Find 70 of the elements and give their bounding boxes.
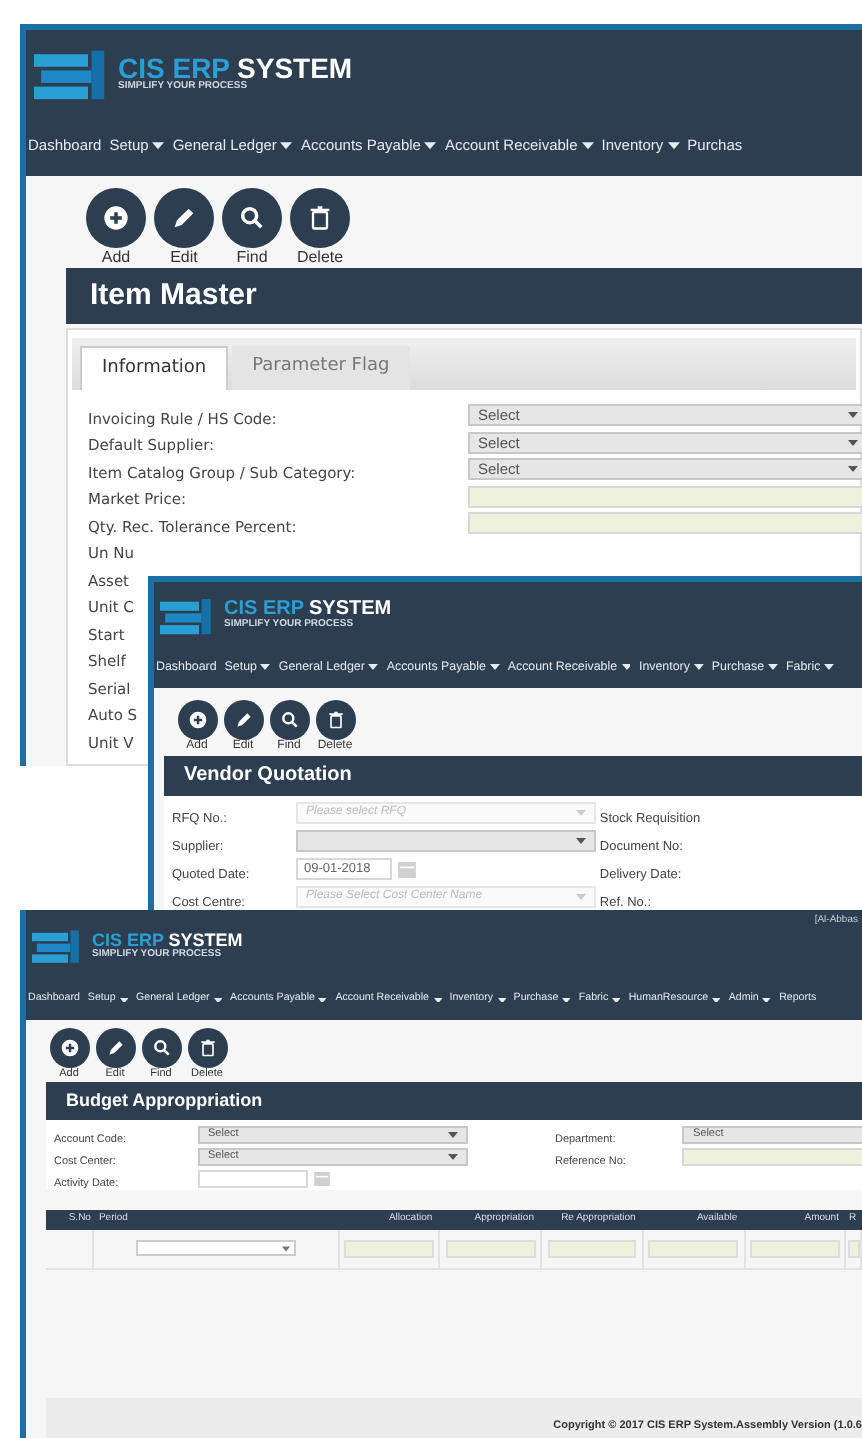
caret-icon: [576, 810, 586, 816]
caret-icon: [848, 466, 858, 473]
pencil-icon: [105, 1038, 125, 1058]
brand-name: CIS ERP: [118, 54, 231, 82]
caret-icon: [768, 664, 778, 672]
caret-icon: [213, 997, 223, 1003]
caret-icon: [280, 142, 293, 150]
plus-circle-icon: [59, 1038, 79, 1058]
input-field[interactable]: [847, 1239, 860, 1258]
caret-icon: [368, 664, 379, 672]
caret-icon: [489, 664, 500, 672]
input-field[interactable]: [344, 1239, 434, 1258]
caret-icon: [119, 997, 128, 1003]
brand-name: SYSTEM: [237, 54, 353, 82]
page-title: Budget Approppriation: [66, 1087, 263, 1114]
logo-icon: [34, 45, 106, 101]
calendar-icon[interactable]: [314, 1171, 330, 1186]
caret-icon: [497, 997, 506, 1003]
trash-icon: [306, 204, 334, 232]
caret-icon: [318, 997, 328, 1003]
caret-icon: [448, 1153, 458, 1160]
select-field[interactable]: [136, 1240, 297, 1257]
search-icon: [279, 710, 299, 730]
brand-name: CIS ERP: [92, 931, 165, 949]
caret-icon: [712, 997, 721, 1003]
caret-icon: [621, 664, 631, 672]
caret-icon: [448, 1131, 458, 1138]
input-field[interactable]: [547, 1239, 637, 1258]
caret-icon: [152, 142, 165, 150]
caret-icon: [693, 664, 704, 672]
calendar-icon[interactable]: [398, 861, 416, 877]
date-field[interactable]: [198, 1169, 308, 1188]
caret-icon: [562, 997, 571, 1003]
tab[interactable]: Parameter Flag: [232, 346, 410, 390]
pencil-icon: [170, 204, 198, 232]
logo-icon: [32, 927, 80, 963]
tab[interactable]: Information: [80, 346, 229, 390]
page-title: Vendor Quotation: [184, 762, 352, 790]
input-field[interactable]: [468, 485, 862, 508]
caret-icon: [260, 664, 271, 672]
input-field[interactable]: [468, 512, 862, 535]
caret-icon: [433, 997, 442, 1003]
caret-icon: [824, 664, 835, 672]
input-field[interactable]: [682, 1147, 862, 1166]
input-field[interactable]: [648, 1239, 739, 1258]
search-icon: [151, 1038, 171, 1058]
plus-circle-icon: [187, 710, 207, 730]
caret-icon: [848, 412, 858, 419]
caret-icon: [282, 1245, 291, 1252]
plus-circle-icon: [102, 204, 130, 232]
search-icon: [238, 204, 266, 232]
logo-icon: [160, 595, 212, 635]
page-title: Item Master: [90, 275, 257, 316]
caret-icon: [576, 894, 586, 900]
input-field[interactable]: [750, 1239, 840, 1258]
select-field[interactable]: [296, 829, 596, 853]
brand-name: SYSTEM: [168, 931, 243, 949]
caret-icon: [581, 142, 594, 150]
trash-icon: [325, 710, 345, 730]
caret-icon: [762, 997, 772, 1003]
brand-name: CIS ERP: [224, 600, 305, 620]
pencil-icon: [233, 710, 253, 730]
caret-icon: [424, 142, 437, 150]
caret-icon: [667, 142, 680, 150]
caret-icon: [576, 838, 586, 844]
caret-icon: [848, 439, 858, 446]
caret-icon: [612, 997, 621, 1003]
brand-name: SYSTEM: [309, 600, 392, 620]
trash-icon: [197, 1038, 217, 1058]
input-field[interactable]: [445, 1239, 536, 1258]
